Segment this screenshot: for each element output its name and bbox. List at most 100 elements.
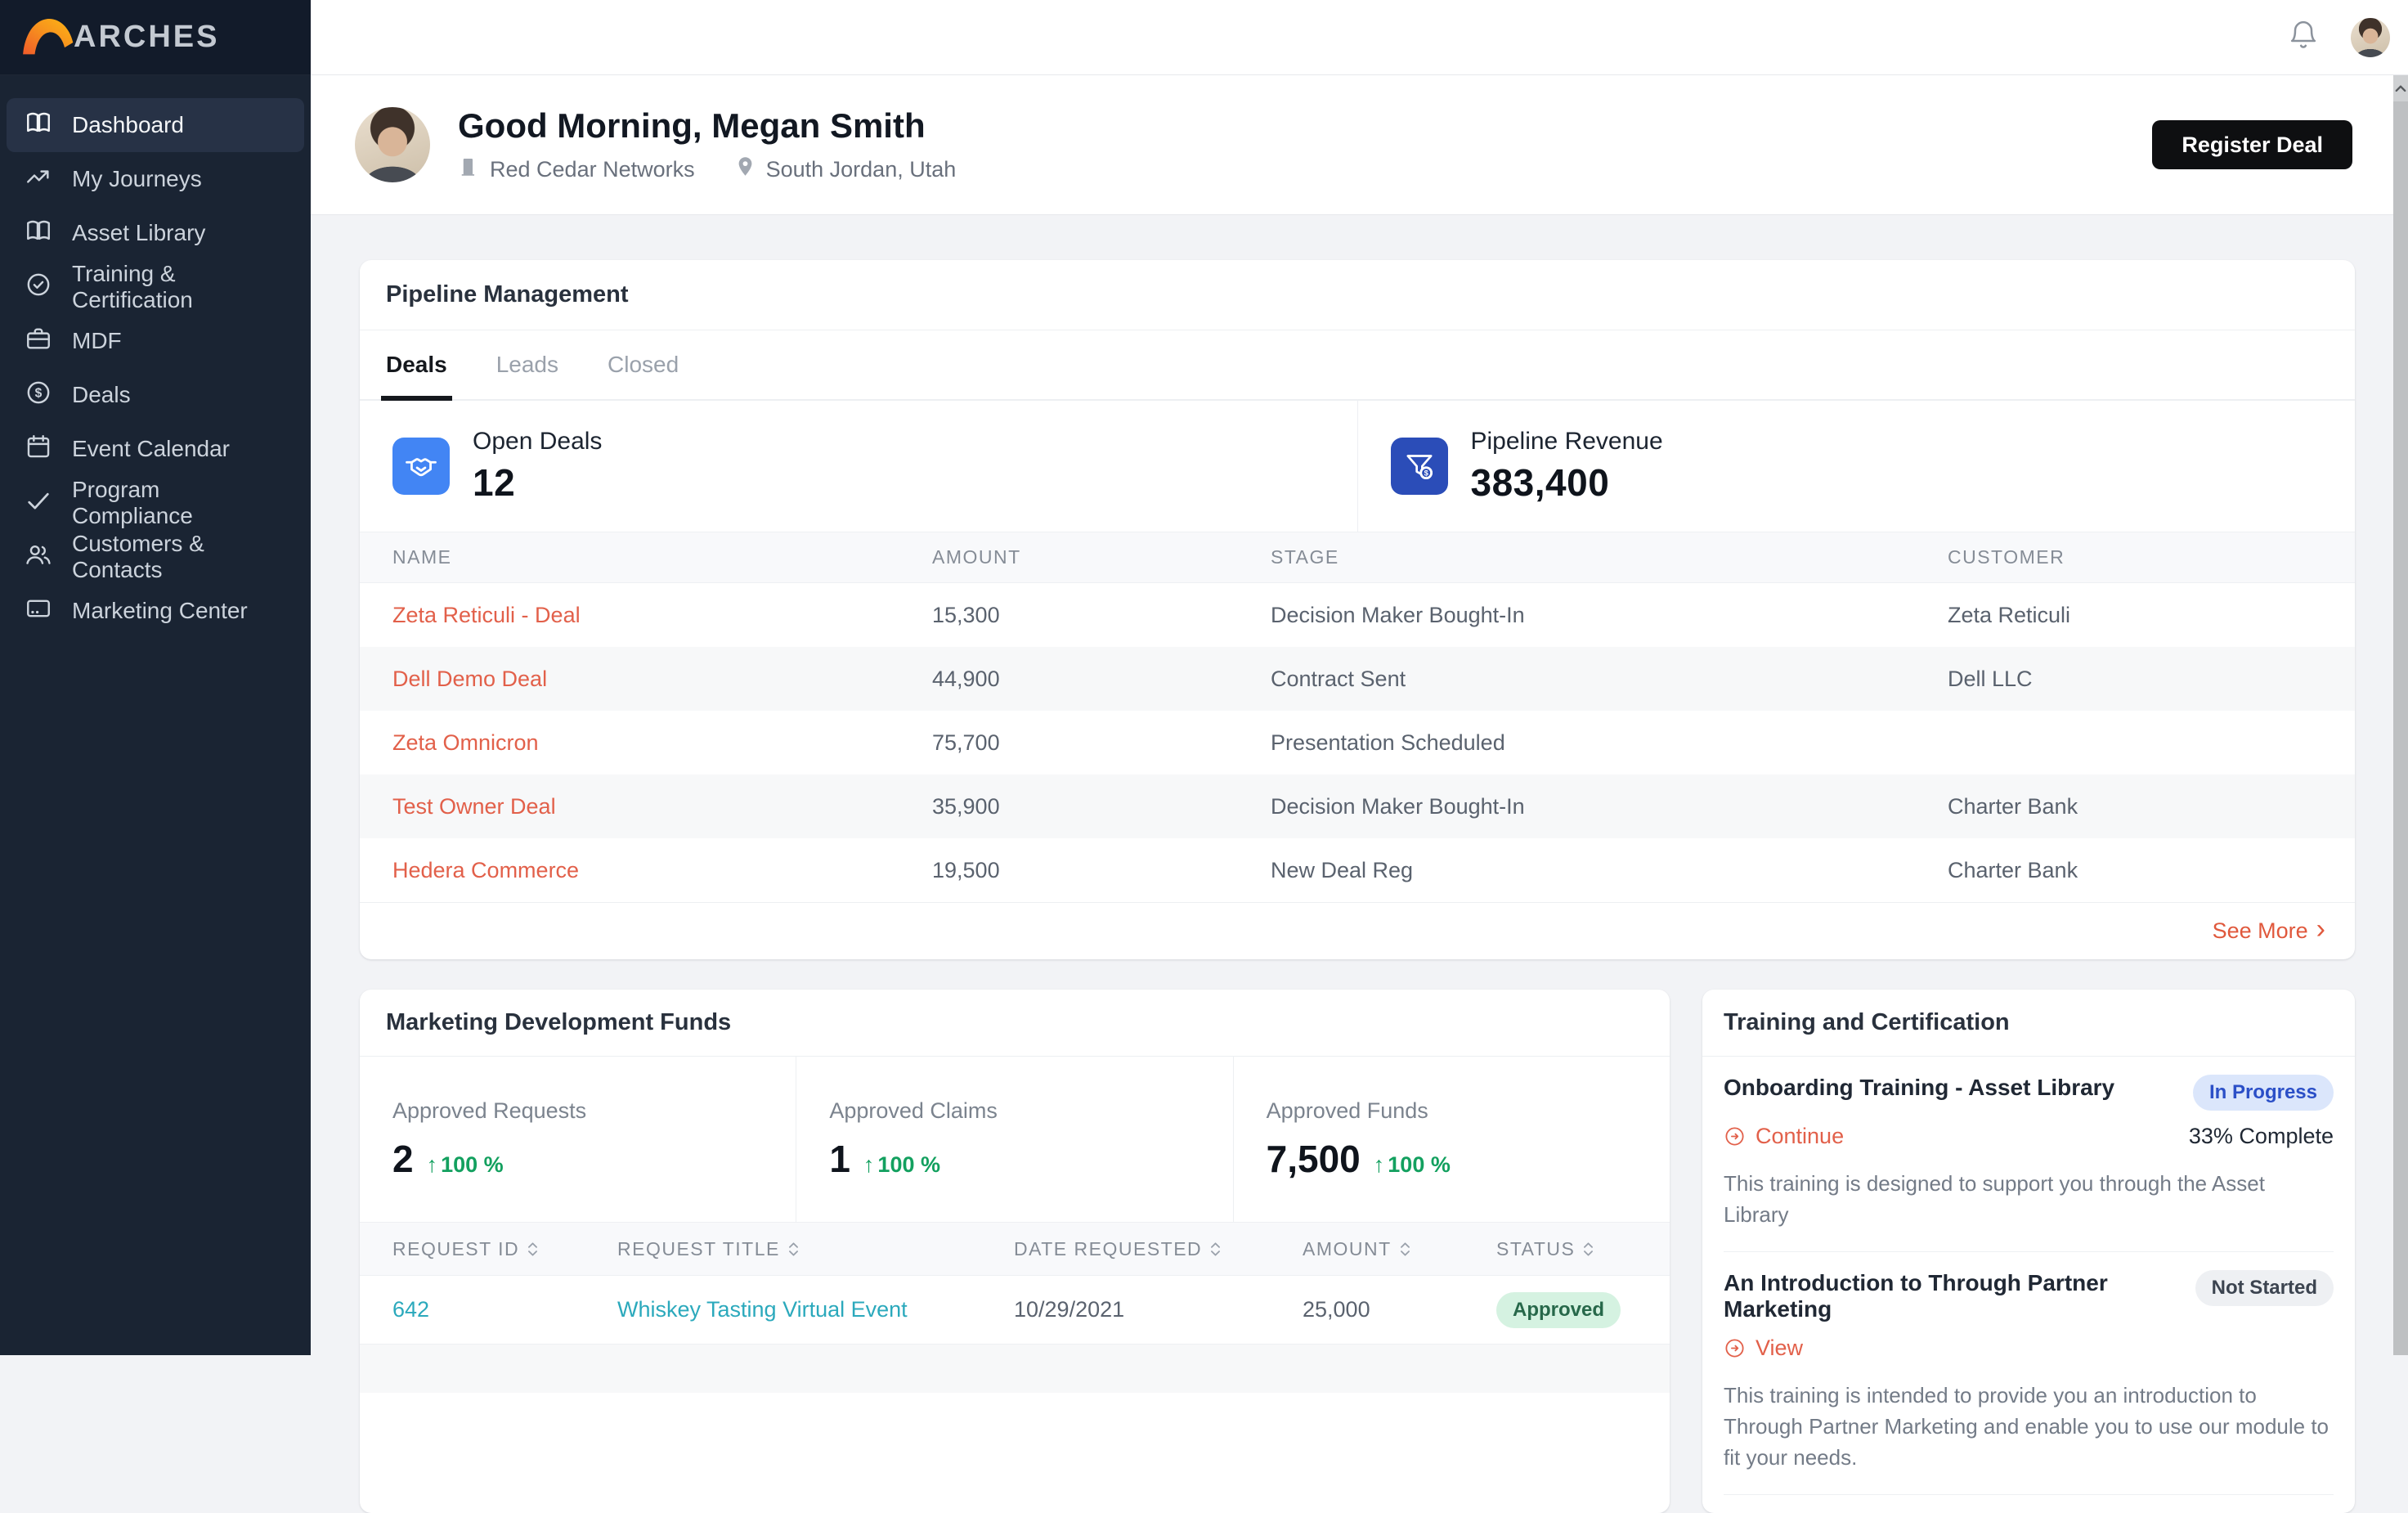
building-icon <box>458 155 480 183</box>
book-open-icon <box>25 217 52 250</box>
arrow-up-icon <box>427 1152 438 1178</box>
sidebar-item-mdf[interactable]: MDF <box>7 314 304 368</box>
logo-text: ARCHES <box>74 20 219 55</box>
sidebar-item-deals[interactable]: $ Deals <box>7 368 304 422</box>
sidebar-item-label: Training & Certification <box>72 261 286 313</box>
register-deal-button[interactable]: Register Deal <box>2152 120 2352 169</box>
sidebar: ARCHES Dashboard My Journeys Asset Libra… <box>0 0 311 1355</box>
company-name: Red Cedar Networks <box>490 157 695 182</box>
arrow-up-icon <box>1374 1152 1385 1178</box>
sidebar-item-label: Program Compliance <box>72 477 286 529</box>
deal-amount: 44,900 <box>932 667 1271 692</box>
book-open-icon <box>25 109 52 142</box>
request-title-link[interactable]: Whiskey Tasting Virtual Event <box>617 1297 908 1322</box>
deal-link[interactable]: Zeta Reticuli - Deal <box>392 603 581 627</box>
approved-funds-stat: Approved Funds 7,500 100 % <box>1233 1057 1670 1222</box>
arrow-up-icon <box>863 1152 875 1178</box>
pipeline-tabs: Deals Leads Closed <box>360 330 2355 401</box>
continue-link[interactable]: Continue <box>1724 1124 1844 1149</box>
sidebar-item-label: Marketing Center <box>72 598 248 624</box>
pipeline-revenue-value: 383,400 <box>1471 460 1663 505</box>
sidebar-item-label: Dashboard <box>72 112 184 138</box>
status-badge: Approved <box>1496 1292 1621 1328</box>
profile-avatar <box>355 107 430 182</box>
arrow-right-circle-icon <box>1724 1337 1746 1359</box>
trending-up-icon <box>25 163 52 196</box>
sidebar-item-my-journeys[interactable]: My Journeys <box>7 152 304 206</box>
sidebar-item-training-certification[interactable]: Training & Certification <box>7 260 304 314</box>
sidebar-item-dashboard[interactable]: Dashboard <box>7 98 304 152</box>
sort-icon <box>527 1241 538 1258</box>
check-icon <box>25 487 52 520</box>
sidebar-item-program-compliance[interactable]: Program Compliance <box>7 476 304 530</box>
deal-customer: Dell LLC <box>1948 667 2355 692</box>
sort-icon <box>1210 1241 1221 1258</box>
sidebar-item-marketing-center[interactable]: Marketing Center <box>7 584 304 638</box>
sort-icon <box>1400 1241 1410 1258</box>
col-request-id[interactable]: REQUEST ID <box>392 1238 617 1260</box>
svg-text:$: $ <box>35 386 43 400</box>
pipeline-management-card: Pipeline Management Deals Leads Closed O… <box>360 260 2355 959</box>
approved-requests-stat: Approved Requests 2 100 % <box>360 1057 796 1222</box>
topbar <box>311 0 2408 75</box>
see-more-label: See More <box>2213 918 2308 944</box>
sidebar-item-label: Asset Library <box>72 220 205 246</box>
tab-closed[interactable]: Closed <box>608 330 679 399</box>
table-row: Zeta Reticuli - Deal 15,300 Decision Mak… <box>360 583 2355 647</box>
logo[interactable]: ARCHES <box>0 0 311 75</box>
funnel-dollar-icon: $ <box>1391 438 1448 495</box>
col-amount[interactable]: AMOUNT <box>1303 1238 1496 1260</box>
training-item: An Introduction to Through Partner Marke… <box>1702 1252 2355 1495</box>
sidebar-item-event-calendar[interactable]: Event Calendar <box>7 422 304 476</box>
notification-bell-icon[interactable] <box>2287 19 2320 56</box>
deal-stage: Contract Sent <box>1271 667 1948 692</box>
col-customer: CUSTOMER <box>1948 546 2355 568</box>
tab-deals[interactable]: Deals <box>386 330 447 399</box>
col-date-requested[interactable]: DATE REQUESTED <box>1014 1238 1303 1260</box>
deal-link[interactable]: Dell Demo Deal <box>392 667 547 691</box>
deal-stage: Decision Maker Bought-In <box>1271 603 1948 628</box>
mdf-table-row: 642 Whiskey Tasting Virtual Event 10/29/… <box>360 1276 1670 1344</box>
sidebar-item-asset-library[interactable]: Asset Library <box>7 206 304 260</box>
deal-customer: Zeta Reticuli <box>1948 603 2355 628</box>
training-item: Onboarding Training - Asset Library In P… <box>1702 1057 2355 1252</box>
sort-icon <box>1583 1241 1594 1258</box>
location-pin-icon <box>734 155 756 183</box>
stat-value: 7,500 <box>1267 1137 1361 1181</box>
request-id-link[interactable]: 642 <box>392 1297 429 1322</box>
vertical-scrollbar[interactable] <box>2393 75 2408 1355</box>
scrollbar-thumb[interactable] <box>2393 101 2408 1355</box>
see-more-link[interactable]: See More › <box>2213 918 2325 944</box>
sidebar-item-label: MDF <box>72 328 122 354</box>
mdf-card-title: Marketing Development Funds <box>386 1009 731 1036</box>
progress-text: 33% Complete <box>2189 1124 2334 1149</box>
col-request-title[interactable]: REQUEST TITLE <box>617 1238 1014 1260</box>
pipeline-table-body: Zeta Reticuli - Deal 15,300 Decision Mak… <box>360 583 2355 902</box>
deal-link[interactable]: Hedera Commerce <box>392 858 579 882</box>
table-row: Zeta Omnicron 75,700 Presentation Schedu… <box>360 711 2355 774</box>
status-badge: Not Started <box>2195 1270 2334 1306</box>
tab-leads[interactable]: Leads <box>496 330 558 399</box>
deal-link[interactable]: Test Owner Deal <box>392 794 556 819</box>
sidebar-item-label: Deals <box>72 382 131 408</box>
view-link[interactable]: View <box>1724 1336 1803 1361</box>
open-deals-value: 12 <box>473 460 602 505</box>
training-item-description: This training is designed to support you… <box>1724 1169 2334 1230</box>
deal-link[interactable]: Zeta Omnicron <box>392 730 539 755</box>
arches-logo-icon <box>20 14 74 61</box>
user-avatar[interactable] <box>2351 18 2390 57</box>
col-amount: AMOUNT <box>932 546 1271 568</box>
sidebar-item-customers-contacts[interactable]: Customers & Contacts <box>7 530 304 584</box>
open-deals-stat: Open Deals 12 <box>360 401 1357 532</box>
deal-stage: Presentation Scheduled <box>1271 730 1948 756</box>
status-badge: In Progress <box>2193 1075 2334 1111</box>
scroll-up-arrow-icon[interactable] <box>2393 75 2408 101</box>
chevron-right-icon: › <box>2316 921 2325 942</box>
col-stage: STAGE <box>1271 546 1948 568</box>
col-status[interactable]: STATUS <box>1496 1238 1670 1260</box>
stat-value: 1 <box>829 1137 850 1181</box>
dollar-circle-icon: $ <box>25 379 52 412</box>
request-date: 10/29/2021 <box>1014 1297 1303 1322</box>
page-header: Good Morning, Megan Smith Red Cedar Netw… <box>311 75 2408 215</box>
deal-customer: Charter Bank <box>1948 794 2355 819</box>
